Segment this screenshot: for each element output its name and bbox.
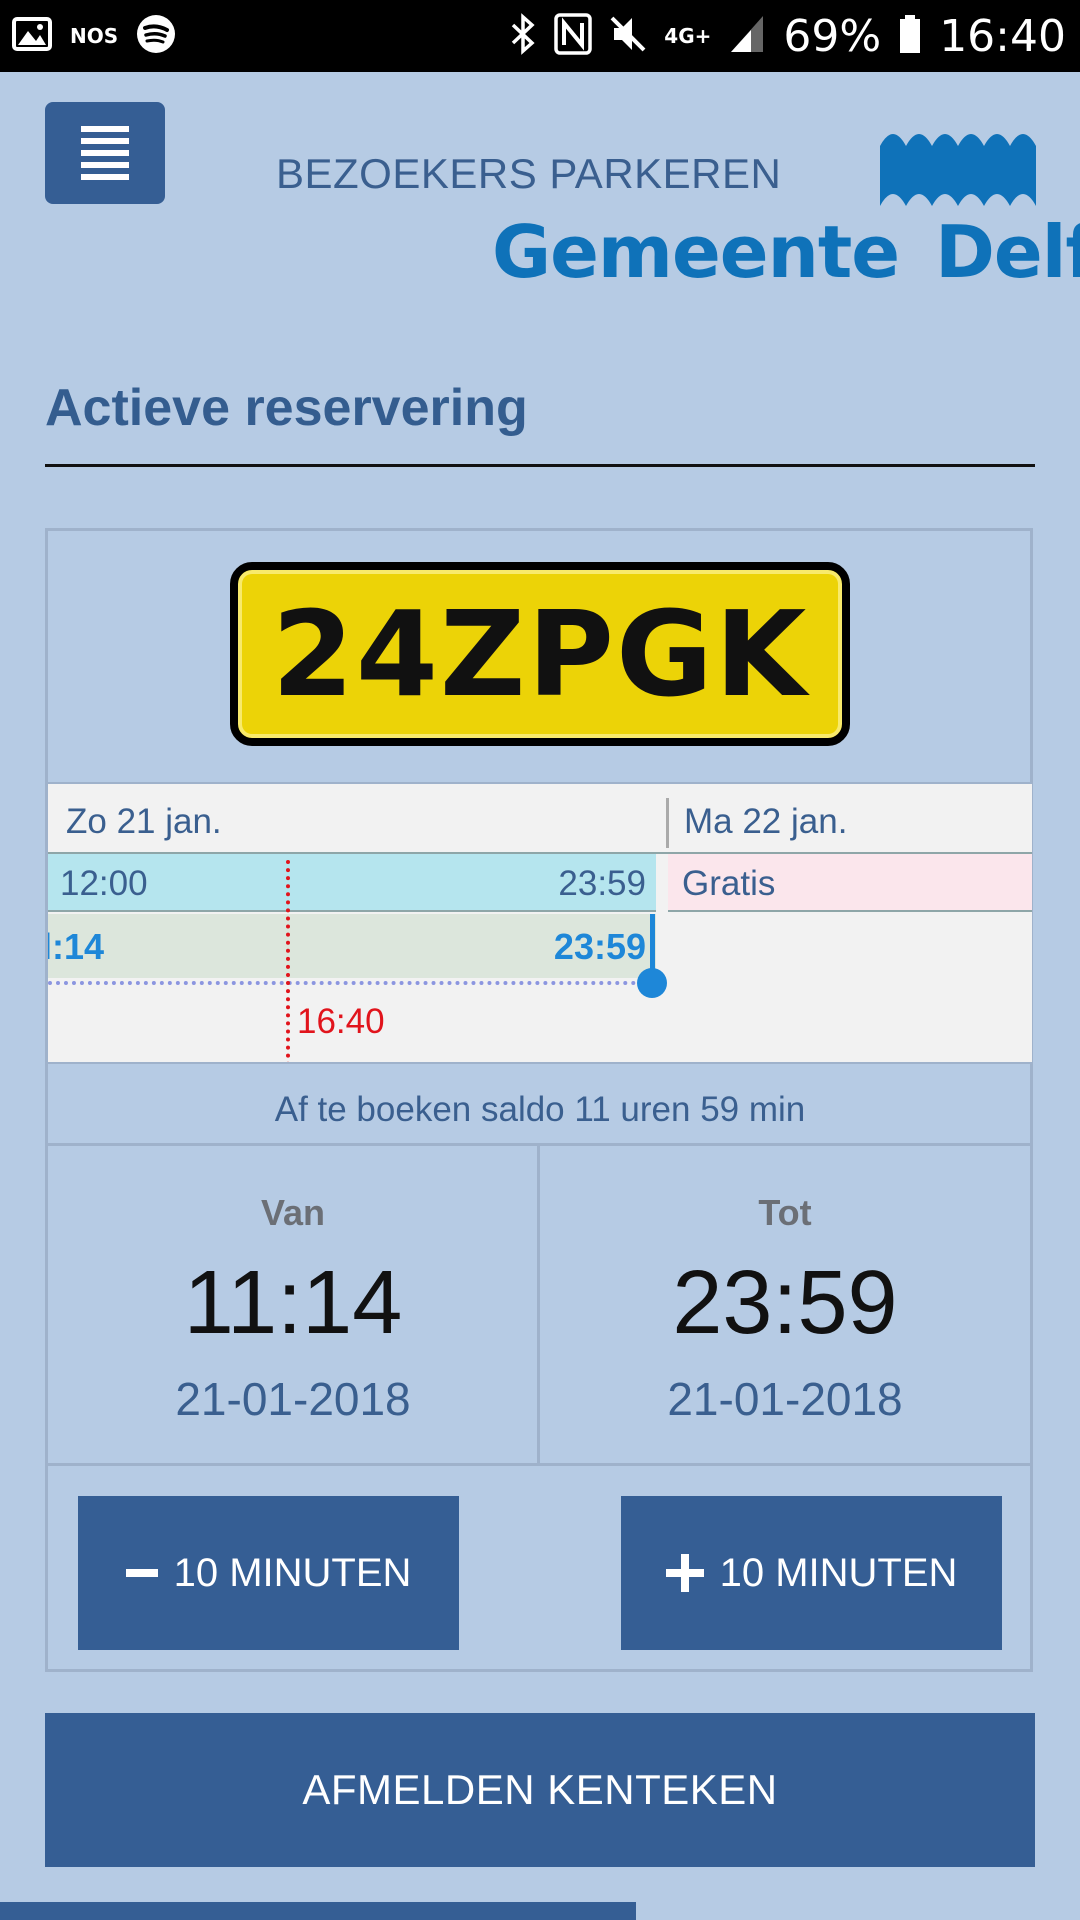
bluetooth-icon: [510, 12, 536, 60]
reservation-bar: l:14 23:59: [48, 914, 656, 978]
page-title: Actieve reservering: [45, 379, 528, 437]
current-time-label: 16:40: [297, 1002, 385, 1041]
reservation-end: 23:59: [553, 926, 646, 967]
nfc-icon: [554, 12, 593, 60]
until-section: Tot 23:59 21-01-2018: [540, 1146, 1030, 1466]
battery-icon: [899, 14, 921, 59]
delft-logo-waves-icon: [880, 128, 1036, 211]
plus-icon: [665, 1554, 704, 1592]
logo-word-gemeente: Gemeente: [492, 210, 900, 294]
clock: 16:40: [939, 10, 1066, 62]
image-icon: [12, 16, 52, 56]
free-period-bar: Gratis: [668, 854, 1032, 912]
plus-10-minutes-button[interactable]: 10 MINUTEN: [621, 1496, 1002, 1650]
battery-percent: 69%: [783, 10, 882, 62]
nos-icon: NOS: [70, 24, 119, 48]
menu-button[interactable]: [45, 102, 165, 204]
network-icon: 4G+: [664, 24, 712, 48]
title-divider: [45, 464, 1035, 467]
until-time[interactable]: 23:59: [540, 1252, 1030, 1355]
hamburger-icon: [81, 126, 129, 180]
paid-period-start: 12:00: [60, 864, 148, 903]
spotify-icon: [136, 14, 176, 59]
paid-period-bar: 12:00 23:59: [48, 854, 656, 912]
mute-icon: [610, 14, 646, 59]
app-subtitle: BEZOEKERS PARKEREN: [276, 150, 782, 197]
minus-button-label: 10 MINUTEN: [173, 1550, 412, 1595]
reservation-track: [48, 981, 652, 985]
saldo-text: Af te boeken saldo 11 uren 59 min: [274, 1090, 806, 1129]
status-bar: NOS 4G+ 69% 16:40: [0, 0, 1080, 72]
paid-period-end: 23:59: [558, 864, 646, 903]
until-date[interactable]: 21-01-2018: [540, 1372, 1030, 1426]
day-divider: [666, 798, 669, 848]
afmelden-label: AFMELDEN KENTEKEN: [302, 1766, 778, 1813]
minus-10-minutes-button[interactable]: 10 MINUTEN: [78, 1496, 459, 1650]
until-label: Tot: [758, 1192, 812, 1233]
license-plate-text: 24ZPGK: [271, 585, 809, 723]
from-date[interactable]: 21-01-2018: [48, 1372, 538, 1426]
timeline-day-2: Ma 22 jan.: [684, 802, 848, 841]
license-plate: 24ZPGK: [230, 562, 850, 746]
reservation-start: l:14: [48, 926, 105, 967]
afmelden-kenteken-button[interactable]: AFMELDEN KENTEKEN: [45, 1713, 1035, 1867]
end-handle[interactable]: [637, 968, 667, 998]
next-section-edge: [0, 1902, 636, 1920]
timeline: Zo 21 jan. Ma 22 jan. 12:00 23:59 Gratis…: [48, 782, 1032, 1064]
gemeente-delft-logo: Gemeente Delft: [492, 210, 1080, 294]
from-label: Van: [260, 1192, 326, 1233]
free-period-label: Gratis: [682, 864, 776, 903]
timeline-day-1: Zo 21 jan.: [66, 802, 222, 841]
minus-icon: [125, 1569, 158, 1577]
from-time[interactable]: 11:14: [48, 1252, 538, 1355]
divider: [48, 1463, 1032, 1466]
plus-button-label: 10 MINUTEN: [719, 1550, 958, 1595]
signal-icon: [729, 14, 765, 59]
current-time-line: [286, 860, 290, 1062]
logo-word-delft: Delft: [935, 210, 1080, 294]
from-section: Van 11:14 21-01-2018: [48, 1146, 538, 1466]
